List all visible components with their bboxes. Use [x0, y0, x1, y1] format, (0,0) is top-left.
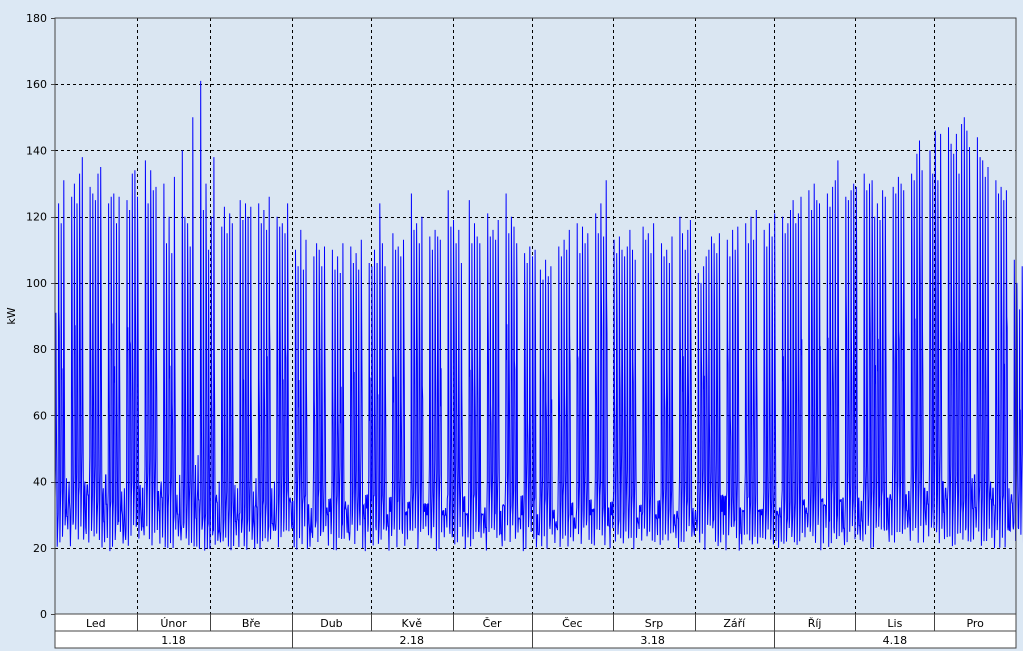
quarter-strip-box	[54, 630, 1017, 649]
month-label: Led	[86, 617, 106, 630]
y-tick-label: 160	[26, 78, 47, 91]
quarter-label: 3.18	[640, 634, 665, 647]
y-tick-label: 140	[26, 144, 47, 157]
y-tick-label: 120	[26, 211, 47, 224]
y-tick-label: 100	[26, 277, 47, 290]
month-label: Srp	[645, 617, 664, 630]
month-label: Čec	[562, 617, 583, 630]
y-tick-label: 0	[40, 608, 47, 621]
y-axis-ticks: 0 20 40 60 80 100 120 140 160 180	[26, 12, 55, 621]
month-label: Září	[723, 617, 746, 630]
quarter-label: 2.18	[400, 634, 425, 647]
month-label: Lis	[887, 617, 902, 630]
y-tick-label: 60	[33, 409, 47, 422]
month-label: Bře	[242, 617, 261, 630]
month-label: Únor	[160, 617, 187, 630]
month-label: Pro	[966, 617, 984, 630]
month-strip-box	[54, 613, 1017, 632]
y-tick-label: 180	[26, 12, 47, 25]
month-label: Čer	[483, 617, 502, 630]
chart: 0 20 40 60 80 100 120 140 160 180 kW Led Únor Bře Du…	[5, 12, 1023, 649]
y-tick-label: 40	[33, 476, 47, 489]
month-label: Dub	[320, 617, 342, 630]
y-axis-label: kW	[5, 307, 18, 324]
quarter-label: 1.18	[161, 634, 186, 647]
quarter-label-strip: 1.18 2.18 3.18 4.18	[54, 630, 1017, 649]
quarter-label: 4.18	[883, 634, 908, 647]
month-label: Kvě	[402, 617, 423, 630]
month-label-strip: Led Únor Bře Dub Kvě Čer Čec Srp Září Říj Lis Pro	[54, 613, 1017, 632]
y-tick-label: 80	[33, 343, 47, 356]
month-label: Říj	[808, 617, 822, 630]
y-tick-label: 20	[33, 542, 47, 555]
